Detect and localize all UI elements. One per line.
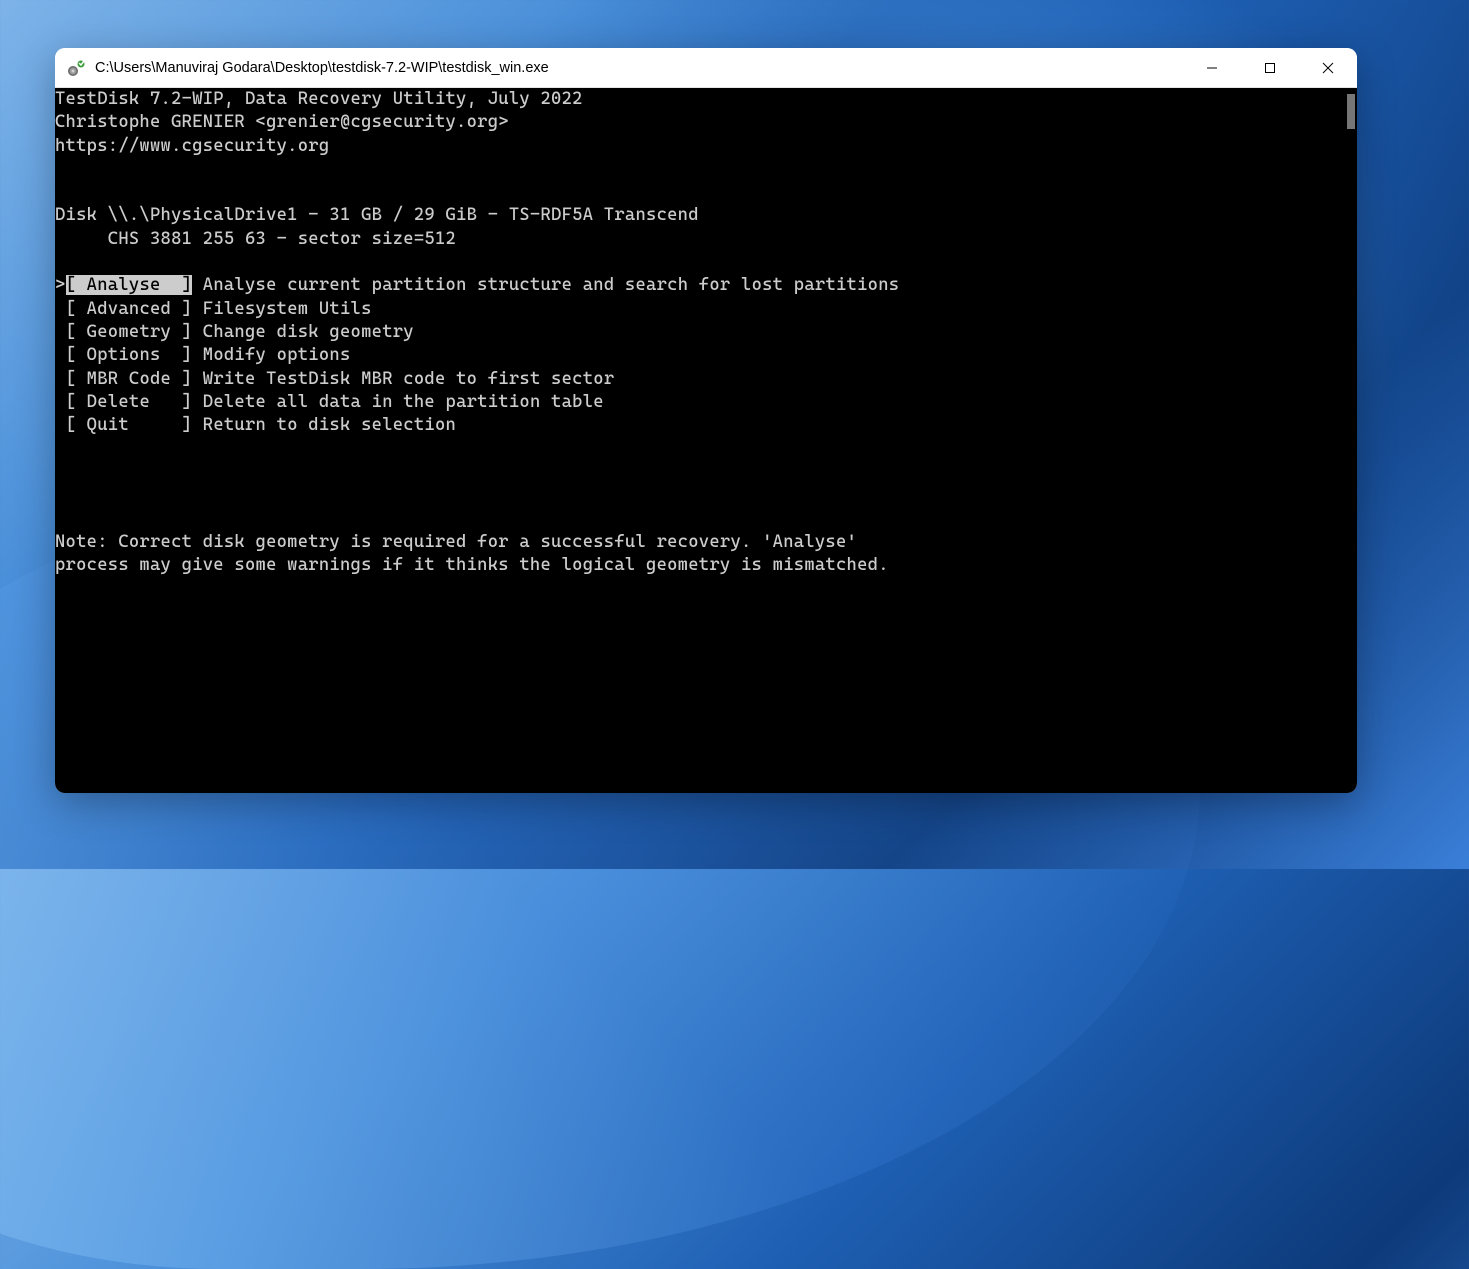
window-controls: [1183, 48, 1357, 87]
menu-item-geometry[interactable]: [ Geometry ] Change disk geometry: [55, 322, 414, 342]
header-line-1: TestDisk 7.2-WIP, Data Recovery Utility,…: [55, 89, 583, 109]
header-line-2: Christophe GRENIER <grenier@cgsecurity.o…: [55, 112, 509, 132]
menu-item-mbrcode[interactable]: [ MBR Code ] Write TestDisk MBR code to …: [55, 369, 614, 389]
menu-item-delete[interactable]: [ Delete ] Delete all data in the partit…: [55, 392, 604, 412]
terminal-content: TestDisk 7.2-WIP, Data Recovery Utility,…: [55, 88, 1357, 577]
terminal-area[interactable]: TestDisk 7.2-WIP, Data Recovery Utility,…: [55, 88, 1357, 793]
titlebar[interactable]: C:\Users\Manuviraj Godara\Desktop\testdi…: [55, 48, 1357, 88]
menu-item-quit[interactable]: [ Quit ] Return to disk selection: [55, 415, 456, 435]
maximize-button[interactable]: [1241, 48, 1299, 87]
disk-info-line-1: Disk \\.\PhysicalDrive1 - 31 GB / 29 GiB…: [55, 205, 699, 225]
menu-item-advanced[interactable]: [ Advanced ] Filesystem Utils: [55, 299, 372, 319]
app-window: C:\Users\Manuviraj Godara\Desktop\testdi…: [55, 48, 1357, 793]
close-button[interactable]: [1299, 48, 1357, 87]
scrollbar-thumb[interactable]: [1347, 94, 1355, 129]
header-line-3: https://www.cgsecurity.org: [55, 136, 329, 156]
menu-item-analyse[interactable]: >[ Analyse ] Analyse current partition s…: [55, 275, 899, 295]
window-title: C:\Users\Manuviraj Godara\Desktop\testdi…: [95, 60, 1183, 76]
note-line-1: Note: Correct disk geometry is required …: [55, 532, 857, 552]
disk-info-line-2: CHS 3881 255 63 - sector size=512: [55, 229, 456, 249]
menu-item-options[interactable]: [ Options ] Modify options: [55, 345, 351, 365]
app-icon: [67, 59, 85, 77]
minimize-button[interactable]: [1183, 48, 1241, 87]
note-line-2: process may give some warnings if it thi…: [55, 555, 889, 575]
